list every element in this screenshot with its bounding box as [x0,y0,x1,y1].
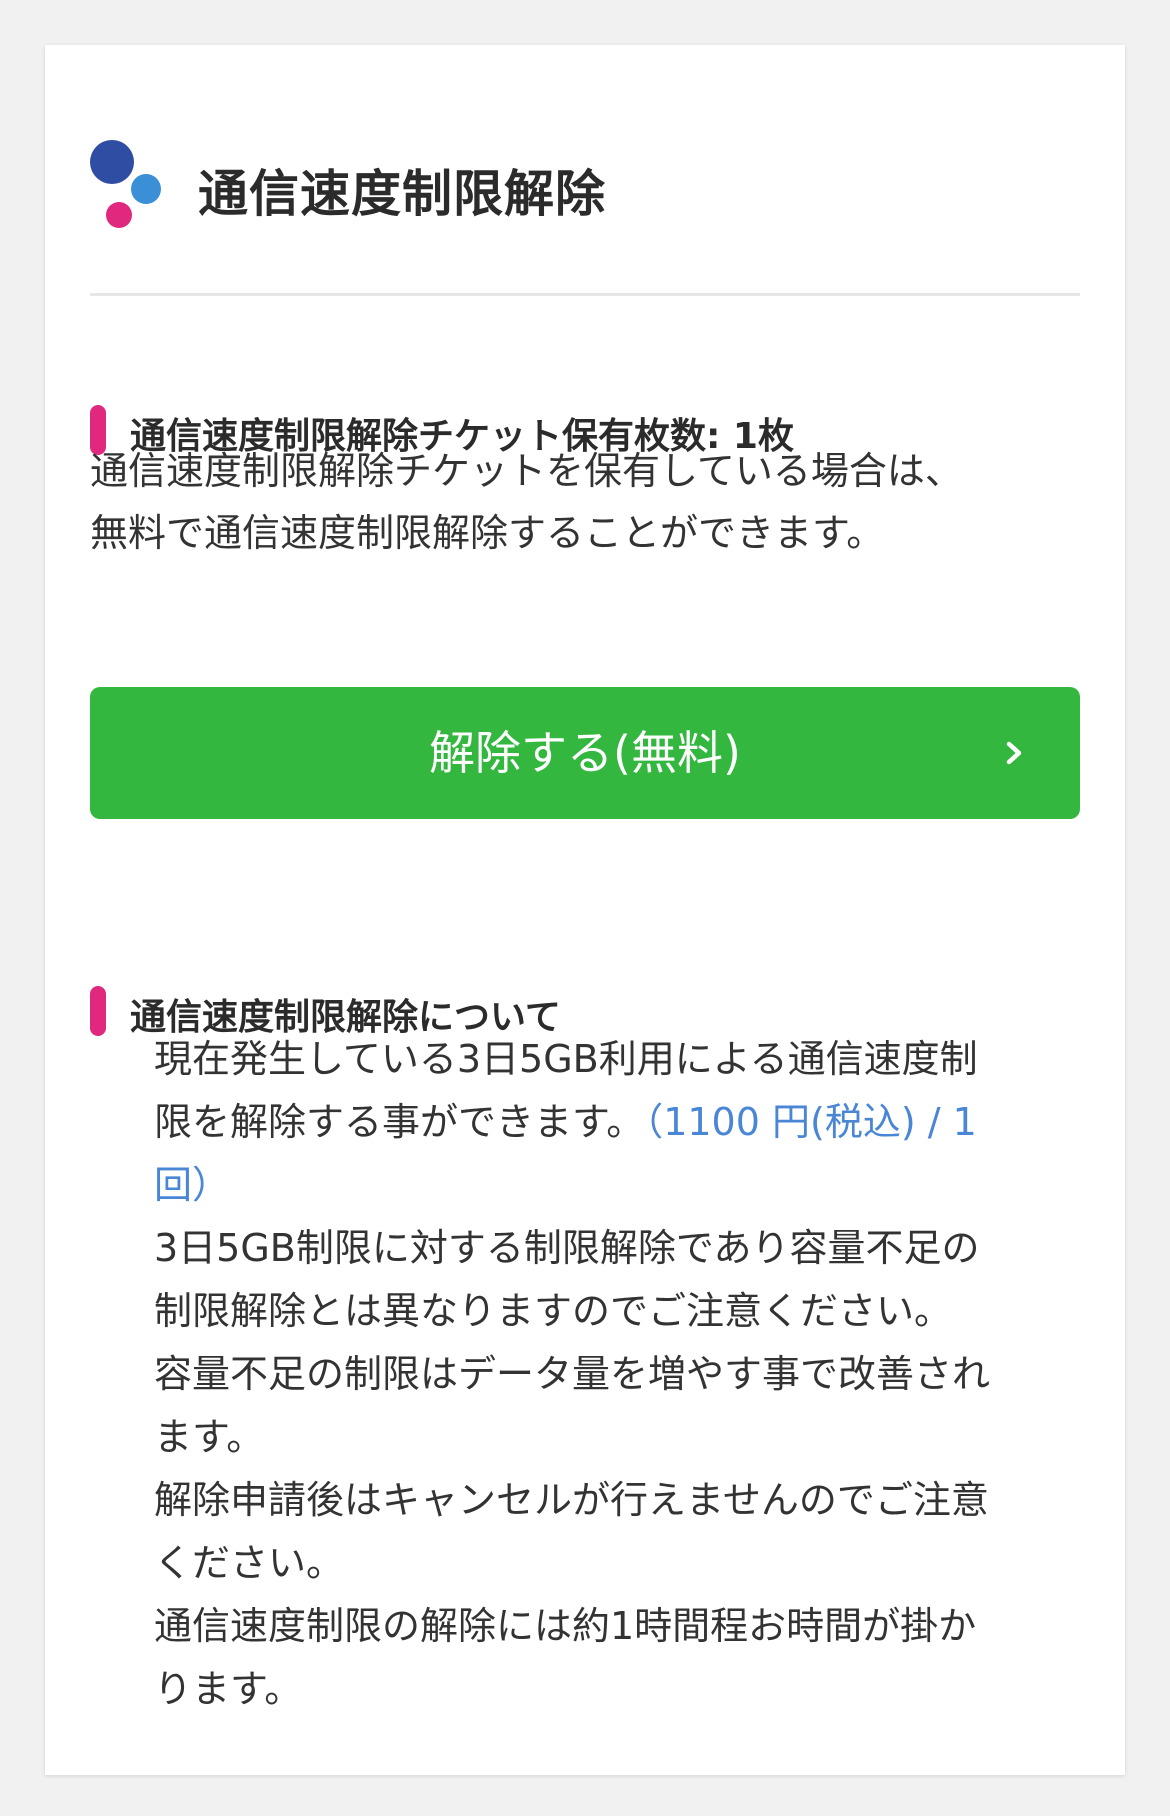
main-card: 通信速度制限解除 通信速度制限解除チケット保有枚数: 1枚 通信速度制限解除チケ… [45,45,1125,1775]
header-divider [90,293,1080,296]
logo-dot-pink [106,202,132,228]
release-button-label: 解除する(無料) [429,726,741,780]
logo-dot-blue [131,174,161,204]
about-line: 限を解除する事ができます。（1100 円(税込) / 1 [154,1091,1080,1154]
about-line: 3日5GB制限に対する制限解除であり容量不足の [154,1226,980,1270]
about-line: ります。 [154,1667,303,1711]
page-header: 通信速度制限解除 [90,140,1080,245]
chevron-right-icon [1006,741,1022,765]
ticket-description-line: 無料で通信速度制限解除することができます。 [90,511,885,555]
about-line: 容量不足の制限はデータ量を増やす事で改善され [154,1352,991,1396]
ticket-description-line: 通信速度制限解除チケットを保有している場合は、 [90,449,963,493]
about-line: ます。 [154,1415,265,1459]
about-line: ください。 [154,1541,345,1585]
price-note: （1100 円(税込) / 1 [644,1100,977,1144]
about-line: 通信速度制限の解除には約1時間程お時間が掛か [154,1604,977,1648]
about-description: 現在発生している3日5GB利用による通信速度制 限を解除する事ができます。（11… [154,1028,1080,1721]
page-title: 通信速度制限解除 [198,165,606,223]
about-line: 制限解除とは異なりますのでご注意ください。 [154,1289,953,1333]
three-dots-logo-icon [90,140,165,240]
heading-accent-bar [90,986,106,1036]
price-note-continued: 回） [154,1163,231,1207]
logo-dot-navy [90,140,134,184]
ticket-description: 通信速度制限解除チケットを保有している場合は、 無料で通信速度制限解除することが… [90,440,1080,564]
release-free-button[interactable]: 解除する(無料) [90,687,1080,819]
about-line: 現在発生している3日5GB利用による通信速度制 [154,1037,978,1081]
about-line: 解除申請後はキャンセルが行えませんのでご注意 [154,1478,989,1522]
about-line-text: 限を解除する事ができます。 [154,1100,645,1144]
